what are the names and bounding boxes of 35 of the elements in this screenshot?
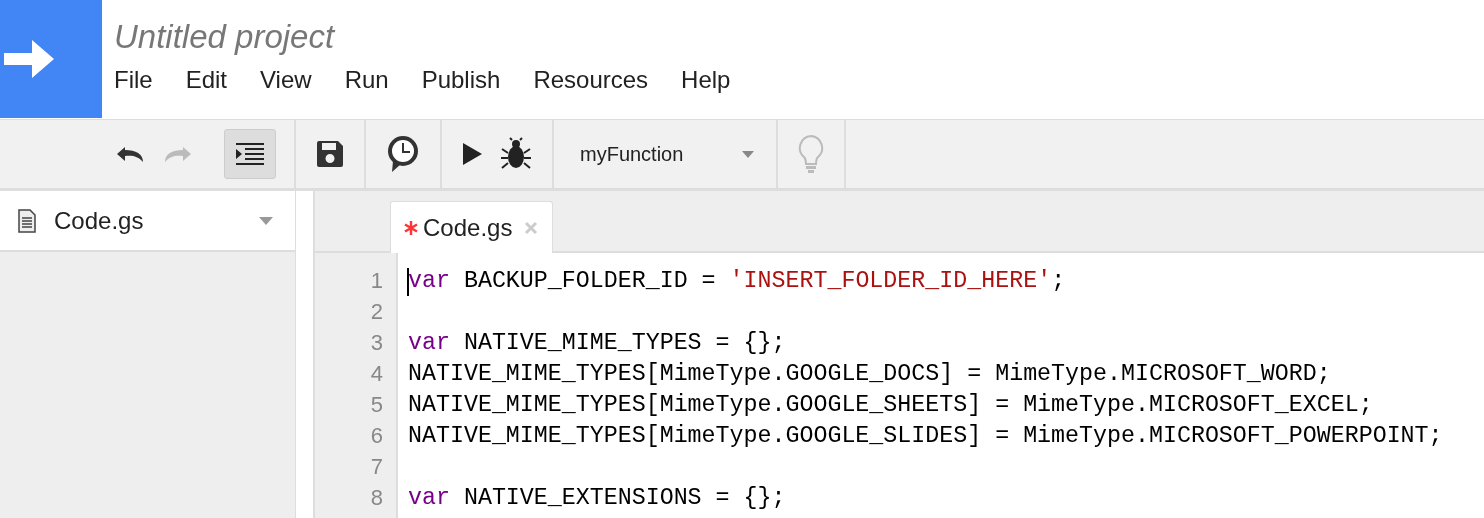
run-button[interactable] bbox=[460, 140, 484, 168]
script-file-entry[interactable]: Code.gs bbox=[0, 191, 295, 252]
line-number: 3 bbox=[369, 329, 383, 356]
indent-icon bbox=[235, 142, 265, 166]
file-tab[interactable]: Code.gs bbox=[390, 201, 554, 253]
code-line: NATIVE_MIME_TYPES[MimeType.GOOGLE_SHEETS] = MimeType.MICROSOFT_EXCEL; bbox=[408, 391, 1373, 418]
function-select[interactable]: myFunction bbox=[554, 121, 776, 187]
menu-item[interactable]: Help bbox=[681, 66, 731, 94]
line-number: 8 bbox=[369, 484, 383, 511]
line-number: 7 bbox=[369, 453, 383, 480]
save-button[interactable] bbox=[314, 138, 346, 170]
indent-button[interactable] bbox=[224, 129, 276, 179]
menu-item[interactable]: Resources bbox=[533, 66, 649, 94]
menu-item[interactable]: Edit bbox=[185, 66, 228, 94]
logo-icon[interactable] bbox=[0, 0, 102, 118]
line-number: 6 bbox=[369, 422, 383, 449]
line-number: 2 bbox=[369, 298, 383, 325]
caret-icon[interactable] bbox=[259, 216, 273, 225]
caret-icon bbox=[742, 150, 754, 158]
menu-item[interactable]: Publish bbox=[421, 66, 501, 94]
code-line: var BACKUP_FOLDER_ID = 'INSERT_FOLDER_ID_HERE'; bbox=[408, 267, 1066, 294]
document-icon bbox=[18, 208, 36, 233]
code-line: NATIVE_MIME_TYPES[MimeType.GOOGLE_DOCS] = MimeType.MICROSOFT_WORD; bbox=[408, 360, 1331, 387]
line-number: 5 bbox=[369, 391, 383, 418]
code-line: var NATIVE_MIME_TYPES = {}; bbox=[408, 329, 786, 356]
menu-item[interactable]: Run bbox=[344, 66, 389, 94]
bug-icon[interactable] bbox=[498, 136, 534, 172]
asterisk-icon bbox=[403, 219, 419, 236]
project-title[interactable]: Untitled project bbox=[114, 18, 764, 56]
menu-item[interactable]: File bbox=[114, 66, 153, 94]
code-line: var NATIVE_EXTENSIONS = {}; bbox=[408, 484, 786, 511]
code-line: NATIVE_MIME_TYPES[MimeType.GOOGLE_SLIDES] = MimeType.MICROSOFT_POWERPOINT; bbox=[408, 422, 1443, 449]
menu-item[interactable]: View bbox=[260, 66, 312, 94]
line-number: 1 bbox=[369, 267, 383, 294]
line-number: 4 bbox=[369, 360, 383, 387]
